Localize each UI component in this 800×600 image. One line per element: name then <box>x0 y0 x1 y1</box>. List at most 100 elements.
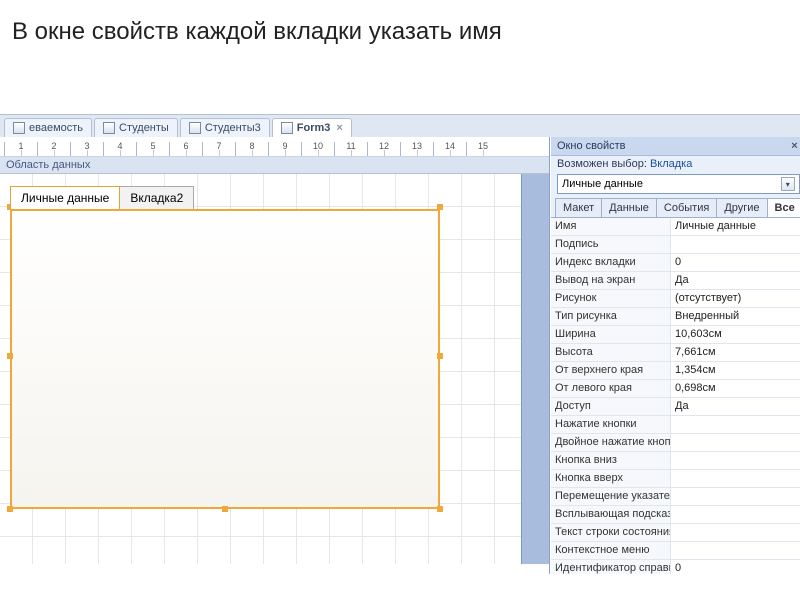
property-row[interactable]: Текст строки состояния <box>551 524 800 542</box>
ruler-tick: 8 <box>235 142 268 156</box>
document-tab-label: Студенты3 <box>205 122 261 134</box>
property-row[interactable]: ИмяЛичные данные <box>551 218 800 236</box>
property-row[interactable]: Перемещение указателя <box>551 488 800 506</box>
property-name: Текст строки состояния <box>551 524 671 541</box>
form-icon <box>189 122 201 134</box>
properties-pane-title: Окно свойств × <box>551 137 800 156</box>
form-page-tab[interactable]: Вкладка2 <box>119 186 194 209</box>
property-row[interactable]: Вывод на экранДа <box>551 272 800 290</box>
ruler-tick: 2 <box>37 142 70 156</box>
property-name: От верхнего края <box>551 362 671 379</box>
property-row[interactable]: Контекстное меню <box>551 542 800 560</box>
property-row[interactable]: Идентификатор справки0 <box>551 560 800 574</box>
property-name: Рисунок <box>551 290 671 307</box>
app-window: еваемостьСтудентыСтуденты3Form3× 1234567… <box>0 114 800 574</box>
property-value[interactable]: 1,354см <box>671 362 800 379</box>
document-tab[interactable]: Студенты3 <box>180 118 270 137</box>
property-value[interactable] <box>671 524 800 541</box>
property-value[interactable] <box>671 470 800 487</box>
ruler-tick: 7 <box>202 142 235 156</box>
selection-handle[interactable] <box>437 353 443 359</box>
property-category-tab[interactable]: Другие <box>716 198 767 217</box>
form-icon <box>281 122 293 134</box>
ruler-tick: 3 <box>70 142 103 156</box>
property-name: Двойное нажатие кнопки <box>551 434 671 451</box>
properties-title-text: Окно свойств <box>557 140 625 152</box>
property-name: Нажатие кнопки <box>551 416 671 433</box>
ruler-tick: 15 <box>466 142 499 156</box>
property-value[interactable] <box>671 488 800 505</box>
property-name: Имя <box>551 218 671 235</box>
property-row[interactable]: Индекс вкладки0 <box>551 254 800 272</box>
property-value[interactable] <box>671 236 800 253</box>
selection-handle[interactable] <box>222 506 228 512</box>
property-value[interactable]: 7,661см <box>671 344 800 361</box>
object-selector-value: Личные данные <box>562 178 643 190</box>
selection-handle[interactable] <box>7 353 13 359</box>
property-row[interactable]: Всплывающая подсказка <box>551 506 800 524</box>
property-value[interactable] <box>671 542 800 559</box>
design-canvas-pane: 123456789101112131415 Область данных Лич… <box>0 137 550 574</box>
property-category-tab[interactable]: Макет <box>555 198 602 217</box>
property-value[interactable]: Да <box>671 398 800 415</box>
section-header: Область данных <box>0 157 549 174</box>
property-value[interactable]: 10,603см <box>671 326 800 343</box>
property-name: Доступ <box>551 398 671 415</box>
property-name: Вывод на экран <box>551 272 671 289</box>
property-row[interactable]: ДоступДа <box>551 398 800 416</box>
property-row[interactable]: Подпись <box>551 236 800 254</box>
property-category-tab[interactable]: Все <box>767 198 800 217</box>
ruler-tick: 9 <box>268 142 301 156</box>
selection-handle[interactable] <box>437 204 443 210</box>
property-row[interactable]: Высота7,661см <box>551 344 800 362</box>
object-selector-dropdown[interactable]: Личные данные ▾ <box>557 174 800 194</box>
property-name: Высота <box>551 344 671 361</box>
close-icon[interactable]: × <box>789 140 799 152</box>
property-grid[interactable]: ИмяЛичные данныеПодписьИндекс вкладки0Вы… <box>551 217 800 574</box>
property-category-tab[interactable]: События <box>656 198 717 217</box>
property-value[interactable] <box>671 452 800 469</box>
property-name: Перемещение указателя <box>551 488 671 505</box>
document-tab[interactable]: Form3× <box>272 118 352 137</box>
property-value[interactable]: Внедренный <box>671 308 800 325</box>
form-tab-body[interactable] <box>10 209 440 509</box>
property-value[interactable]: Да <box>671 272 800 289</box>
form-tab-control[interactable]: Личные данныеВкладка2 <box>10 186 440 509</box>
selection-type-value: Вкладка <box>650 158 692 170</box>
ruler-tick: 14 <box>433 142 466 156</box>
document-tab[interactable]: еваемость <box>4 118 92 137</box>
property-name: Контекстное меню <box>551 542 671 559</box>
ruler-tick: 11 <box>334 142 367 156</box>
property-value[interactable] <box>671 416 800 433</box>
chevron-down-icon[interactable]: ▾ <box>781 177 795 191</box>
property-row[interactable]: Двойное нажатие кнопки <box>551 434 800 452</box>
property-row[interactable]: От левого края0,698см <box>551 380 800 398</box>
property-value[interactable]: 0 <box>671 560 800 574</box>
property-value[interactable] <box>671 506 800 523</box>
canvas-area[interactable]: Личные данныеВкладка2 <box>0 174 549 564</box>
property-value[interactable]: 0 <box>671 254 800 271</box>
property-value[interactable]: 0,698см <box>671 380 800 397</box>
property-row[interactable]: Ширина10,603см <box>551 326 800 344</box>
property-category-tab[interactable]: Данные <box>601 198 657 217</box>
selection-handle[interactable] <box>437 506 443 512</box>
property-row[interactable]: Тип рисункаВнедренный <box>551 308 800 326</box>
property-row[interactable]: Кнопка вниз <box>551 452 800 470</box>
property-row[interactable]: Кнопка вверх <box>551 470 800 488</box>
property-row[interactable]: Рисунок(отсутствует) <box>551 290 800 308</box>
ruler-tick: 13 <box>400 142 433 156</box>
selection-handle[interactable] <box>7 506 13 512</box>
close-icon[interactable]: × <box>336 122 342 134</box>
document-tabs: еваемостьСтуденты Студенты3 Form3× <box>0 115 800 137</box>
ruler-tick: 6 <box>169 142 202 156</box>
property-row[interactable]: Нажатие кнопки <box>551 416 800 434</box>
property-value[interactable]: Личные данные <box>671 218 800 235</box>
property-row[interactable]: От верхнего края1,354см <box>551 362 800 380</box>
form-page-tab[interactable]: Личные данные <box>10 186 120 209</box>
property-value[interactable]: (отсутствует) <box>671 290 800 307</box>
selection-type-row: Возможен выбор: Вкладка <box>551 156 800 172</box>
form-icon <box>103 122 115 134</box>
property-value[interactable] <box>671 434 800 451</box>
properties-pane: Окно свойств × Возможен выбор: Вкладка Л… <box>550 137 800 574</box>
document-tab[interactable]: Студенты <box>94 118 178 137</box>
